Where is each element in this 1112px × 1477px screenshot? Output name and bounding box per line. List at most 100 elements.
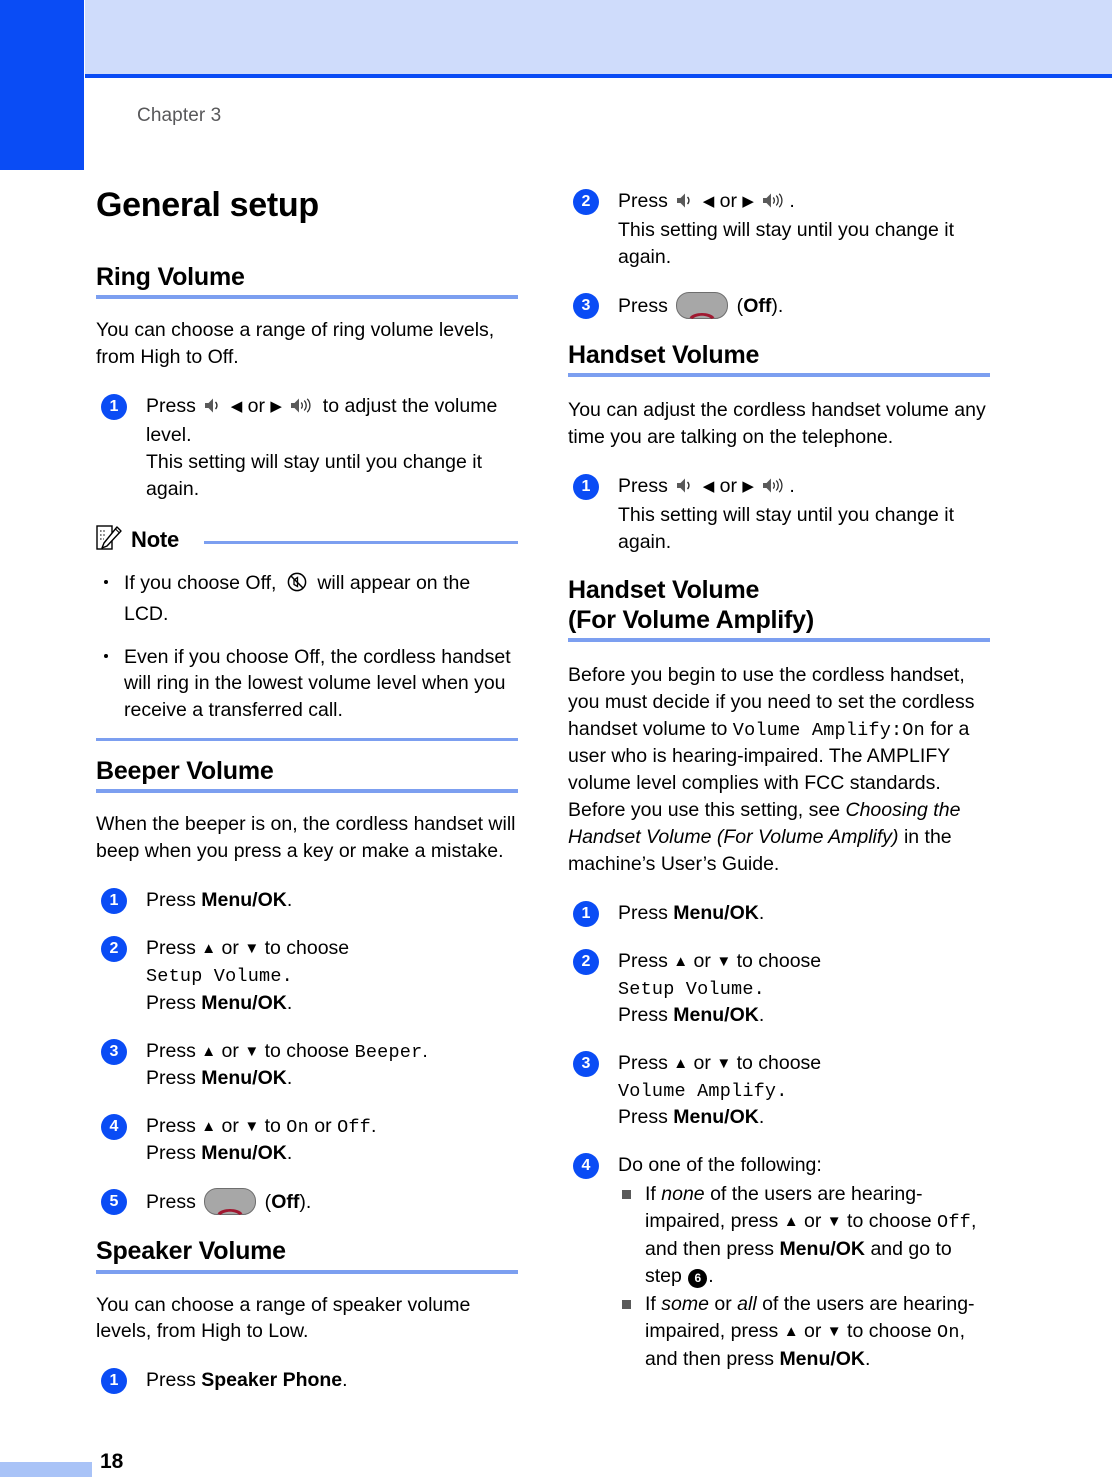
step-item: 1 Press Menu/OK.: [568, 900, 990, 927]
note-header: Note: [96, 524, 518, 557]
step-item: 1 Press ◀ or ▶ to adjust the volume level…: [96, 393, 518, 503]
up-arrow-icon: ▲: [673, 1055, 689, 1072]
section-rule: [568, 372, 990, 377]
step-text: Press ▲ or ▼ to choose Setup Volume. Press…: [618, 948, 990, 1029]
ring-volume-intro: You can choose a range of ring volume le…: [96, 319, 495, 369]
chapter-label: Chapter 3: [137, 105, 222, 126]
handset-volume-amplify-steps: 1 Press Menu/OK. 2 Press ▲ or ▼ to choose Se…: [568, 900, 990, 1373]
heading-line-2: (For Volume Amplify): [568, 605, 815, 634]
speaker-high-icon: [289, 395, 315, 422]
down-arrow-icon: ▼: [244, 1042, 260, 1060]
speaker-low-icon: [675, 475, 695, 502]
step-line: Setup Volume.: [618, 975, 990, 1003]
lcd-text: Off: [337, 1116, 371, 1138]
speaker-volume-steps-continued: 2 Press ◀ or ▶ . This setting will stay un…: [568, 188, 990, 320]
ring-volume-steps: 1 Press ◀ or ▶ to adjust the volume level…: [96, 393, 518, 503]
key-label: Off: [743, 294, 772, 317]
step-number-badge: 3: [573, 292, 599, 319]
lcd-text: Volume Amplify.: [618, 1080, 788, 1102]
left-arrow-icon: ◀: [702, 477, 715, 495]
page-header-rule: [85, 74, 1112, 78]
handset-volume-amplify-intro: Before you begin to use the cordless han…: [568, 663, 975, 875]
step-text: Press ▲ or ▼ to On or Off. Press Menu/OK.: [146, 1113, 518, 1167]
step-item: 2 Press ▲ or ▼ to choose Setup Volume. Pres…: [96, 935, 518, 1016]
section-beeper-volume: Beeper Volume When the beeper is on, the…: [96, 757, 518, 1216]
step-item: 4 Do one of the following: If none of the …: [568, 1152, 990, 1372]
emphasis-text: none: [661, 1183, 705, 1206]
section-handset-volume-amplify: Handset Volume (For Volume Amplify) Befo…: [568, 576, 990, 1372]
section-ring-volume: Ring Volume You can choose a range of ri…: [96, 263, 518, 742]
step-line: Do one of the following:: [618, 1154, 822, 1177]
step-number-badge: 5: [101, 1189, 127, 1216]
up-arrow-icon: ▲: [201, 1117, 217, 1135]
step-line: Press Speaker Phone.: [146, 1369, 348, 1392]
section-rule: [96, 1269, 518, 1274]
down-arrow-icon: ▼: [826, 1323, 842, 1341]
step-line: Press Menu/OK.: [146, 991, 293, 1014]
step-item: 1 Press ◀ or ▶ . This setting will stay un…: [568, 473, 990, 556]
step-number-badge: 2: [573, 948, 599, 975]
key-label: Off: [271, 1191, 300, 1214]
sub-bullet-item: If none of the users are hearing-impaire…: [618, 1181, 990, 1289]
step-number-badge: 3: [101, 1038, 127, 1065]
step-line: Setup Volume.: [146, 962, 518, 990]
note-block: Note If you choose Off, will appear on t…: [96, 524, 518, 742]
ring-off-icon: [286, 571, 308, 601]
step-line: Press (Off).: [618, 291, 990, 320]
lcd-text: Off: [937, 1212, 971, 1234]
key-label: Menu/OK: [673, 1106, 759, 1129]
down-arrow-icon: ▼: [244, 1117, 260, 1135]
key-label: Menu/OK: [673, 901, 759, 924]
lcd-text: Setup Volume.: [618, 978, 765, 1000]
page-title: General setup: [96, 186, 319, 224]
lcd-text: Volume Amplify:On: [732, 719, 925, 741]
step-number-badge: 1: [101, 394, 127, 421]
page-footer-bar: [0, 1462, 92, 1477]
step-item: 5 Press (Off).: [96, 1188, 518, 1216]
step-text: Press ◀ or ▶ . This setting will stay unt…: [618, 473, 990, 556]
left-arrow-icon: ◀: [230, 398, 243, 416]
step-line: Press ◀ or ▶ to adjust the volume level.: [146, 395, 498, 446]
step-text: Press ◀ or ▶ to adjust the volume level.…: [146, 393, 518, 503]
step-text: Press Menu/OK.: [146, 887, 518, 914]
off-key-icon[interactable]: [676, 291, 729, 319]
section-heading-handset-volume: Handset Volume: [568, 340, 760, 369]
up-arrow-icon: ▲: [783, 1213, 799, 1231]
beeper-volume-steps: 1 Press Menu/OK. 2 Press ▲ or ▼ to choose Se…: [96, 887, 518, 1216]
speaker-volume-intro: You can choose a range of speaker volume…: [96, 1293, 471, 1343]
step-line: This setting will stay until you change …: [618, 503, 954, 553]
step-number-badge: 2: [573, 189, 599, 215]
handset-volume-intro: You can adjust the cordless handset volu…: [568, 398, 986, 448]
step-number-badge: 2: [101, 936, 127, 963]
step-line: Press (Off).: [146, 1188, 518, 1216]
handset-down-icon: [216, 1197, 244, 1224]
heading-line-1: Handset Volume: [568, 576, 760, 605]
bullet-square-icon: [622, 1190, 631, 1200]
section-heading-ring-volume: Ring Volume: [96, 263, 245, 291]
speaker-high-icon: [761, 190, 787, 217]
section-rule: [96, 295, 518, 300]
right-arrow-icon: ▶: [742, 477, 754, 495]
step-reference-6: 6: [688, 1268, 708, 1288]
down-arrow-icon: ▼: [716, 952, 732, 970]
beeper-volume-intro: When the beeper is on, the cordless hand…: [96, 813, 516, 863]
down-arrow-icon: ▼: [716, 1055, 732, 1072]
step-item: 3 Press (Off).: [568, 291, 990, 320]
note-pencil-icon: [96, 524, 122, 557]
note-items: If you choose Off, will appear on the LC…: [96, 570, 518, 725]
off-key-icon[interactable]: [204, 1188, 257, 1216]
step-line: Press ▲ or ▼ to choose Beeper.: [146, 1039, 428, 1063]
note-item: Even if you choose Off, the cordless han…: [96, 644, 518, 725]
step-text: Press (Off).: [618, 291, 990, 320]
step-item: 3 Press ▲ or ▼ to choose Volume Amplify. Pr…: [568, 1050, 990, 1131]
step-number-badge: 1: [573, 900, 599, 927]
step-line: Press Menu/OK.: [146, 1142, 293, 1165]
bullet-dot: [104, 653, 108, 658]
lcd-text: Beeper: [354, 1041, 423, 1063]
page-corner-block: [0, 0, 84, 170]
down-arrow-icon: ▼: [826, 1213, 842, 1231]
step-text: Do one of the following: If none of the u…: [618, 1152, 990, 1372]
key-label: Menu/OK: [201, 889, 287, 912]
lcd-text: On: [937, 1322, 960, 1344]
right-arrow-icon: ▶: [742, 193, 754, 210]
